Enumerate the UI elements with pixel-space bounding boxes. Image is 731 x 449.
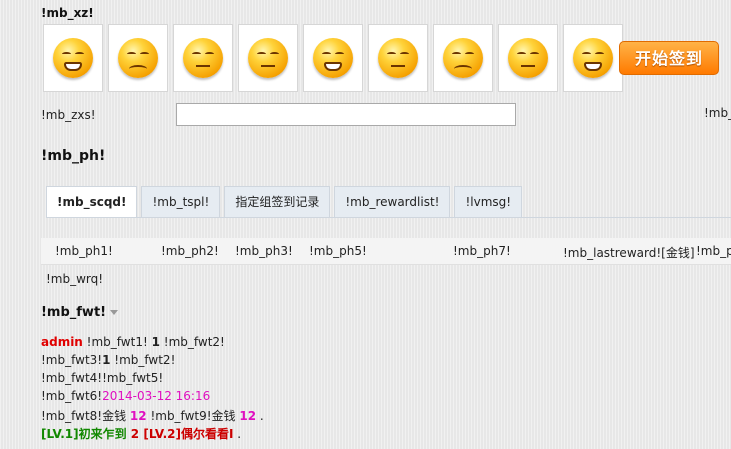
sleeping-icon [248,38,288,78]
grin-icon [53,38,93,78]
stats-line-3: !mb_fwt4!!mb_fwt5! [41,371,163,385]
tab-scqd[interactable]: !mb_scqd! [46,186,138,218]
stats-line-6: [LV.1]初来乍到 2 [LV.2]偶尔看看I . [41,425,241,442]
mood-option-6[interactable] [368,24,428,92]
column-header: !mb_ph1! [55,244,113,258]
column-header: !mb_ph2! [161,244,219,258]
tab-group-records[interactable]: 指定组签到记录 [224,186,331,218]
mood-option-3[interactable] [173,24,233,92]
column-header: !mb_ph5! [309,244,367,258]
username-link[interactable]: admin [41,335,83,349]
start-sign-in-button[interactable]: 开始签到 [619,41,719,75]
stats-line-1: admin !mb_fwt1! 1 !mb_fwt2! [41,335,225,349]
stats-text: !mb_fwt6! [41,389,103,403]
reward-value: 12 [239,409,257,423]
table-empty-text: !mb_wrq! [46,272,104,286]
say-input[interactable] [176,103,516,126]
stats-line-2: !mb_fwt3!1 !mb_fwt2! [41,353,175,367]
stats-text: . [233,427,242,441]
stats-title: !mb_fwt! [41,305,107,320]
tearful-icon [573,38,613,78]
mood-option-7[interactable] [433,24,493,92]
tab-rewardlist[interactable]: !mb_rewardlist! [334,186,451,218]
mood-option-4[interactable] [238,24,298,92]
tab-divider [46,217,731,218]
current-level: [LV.1]初来乍到 [41,427,127,441]
chevron-down-icon [110,310,119,315]
stats-title-dropdown[interactable]: !mb_fwt! [41,305,119,320]
stats-text: !mb_fwt8!金钱 [41,409,130,423]
table-header: !mb_ph1! !mb_ph2! !mb_ph3! !mb_ph5! !mb_… [41,238,731,265]
last-sign-time: 2014-03-12 16:16 [102,389,211,403]
mood-list [43,24,623,92]
mood-option-5[interactable] [303,24,363,92]
stats-text: !mb_fwt1! [82,335,152,349]
ranking-tabs: !mb_scqd! !mb_tspl! 指定组签到记录 !mb_rewardli… [46,186,526,218]
mood-option-2[interactable] [108,24,168,92]
mood-section-title: !mb_xz! [41,6,94,20]
speechless-icon [508,38,548,78]
stats-text: . [256,409,264,423]
column-header: !mb_ph [696,244,731,258]
column-header: !mb_ph7! [453,244,511,258]
say-label: !mb_zxs! [41,108,96,122]
mood-option-9[interactable] [563,24,623,92]
say-right-label: !mb_ [704,106,731,120]
stats-text: !mb_fwt4!!mb_fwt5! [41,371,164,385]
sigh-icon [443,38,483,78]
mood-option-1[interactable] [43,24,103,92]
column-header: !mb_ph3! [235,244,293,258]
stats-count: 1 [151,335,160,349]
tab-tspl[interactable]: !mb_tspl! [141,186,221,218]
stats-line-5: !mb_fwt8!金钱 12 !mb_fwt9!金钱 12 . [41,407,264,424]
dizzy-icon [183,38,223,78]
stats-line-4: !mb_fwt6!2014-03-12 16:16 [41,389,210,403]
sweat-icon [378,38,418,78]
stats-text: !mb_fwt2! [159,335,225,349]
stats-text: !mb_fwt2! [110,353,176,367]
crying-icon [118,38,158,78]
mood-option-8[interactable] [498,24,558,92]
ranking-title: !mb_ph! [41,148,106,164]
reward-value: 12 [129,409,147,423]
tab-lvmsg[interactable]: !lvmsg! [454,186,523,218]
column-header: !mb_lastreward![金钱] [563,246,695,260]
stats-text: !mb_fwt3! [41,353,103,367]
days-to-next-level: 2 [126,427,144,441]
next-level: [LV.2]偶尔看看I [143,427,234,441]
stats-text: !mb_fwt9!金钱 [146,409,240,423]
angry-icon [313,38,353,78]
